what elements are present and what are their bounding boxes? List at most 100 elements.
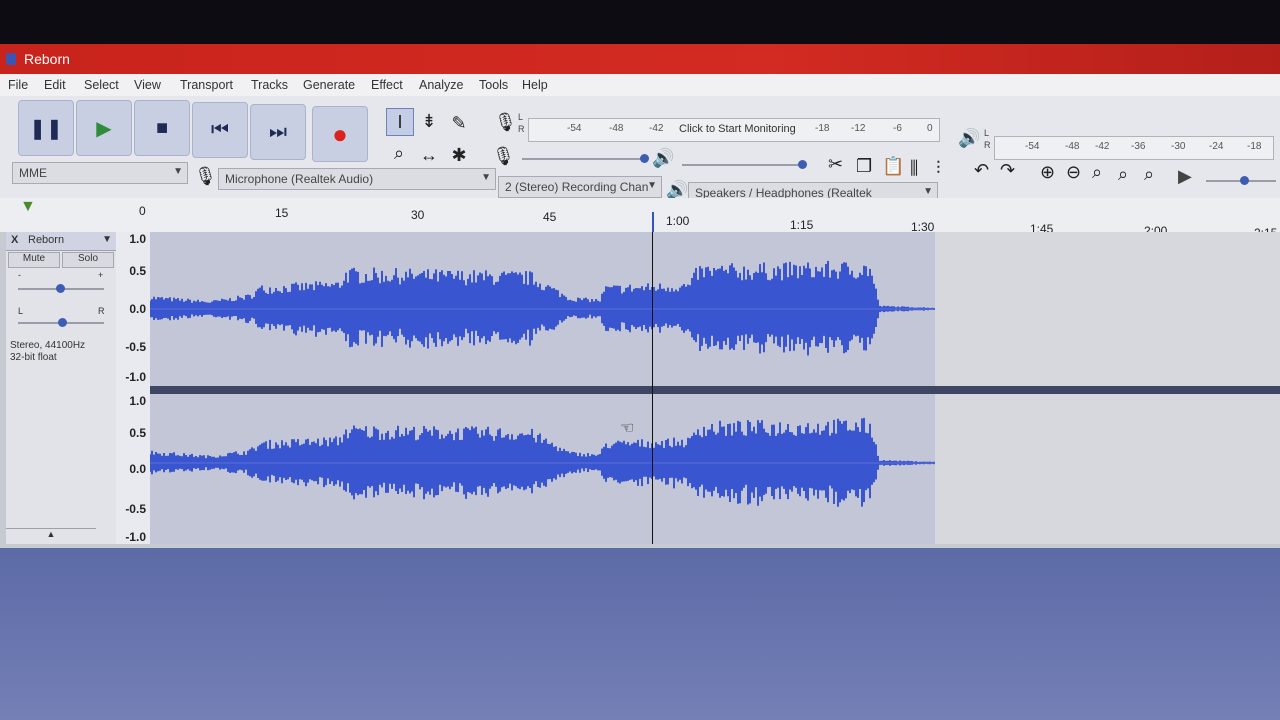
skip-start-icon: ⏮: [211, 118, 229, 141]
silence-icon[interactable]: ⫶: [936, 158, 941, 179]
track-control-panel: X Reborn ▼ Mute Solo - + L R Stereo, 441…: [6, 232, 117, 544]
zoom-tool[interactable]: ⌕: [386, 140, 412, 166]
copy-icon[interactable]: ❐: [856, 156, 872, 177]
record-meter-mic-icon[interactable]: 🎙: [494, 112, 517, 133]
play-button[interactable]: ▶: [76, 100, 132, 156]
skip-start-button[interactable]: ⏮: [192, 102, 248, 158]
empty-region-right[interactable]: [935, 394, 1280, 544]
record-meter-tick: -12: [851, 123, 866, 134]
envelope-tool[interactable]: ⇟: [416, 108, 442, 134]
pin-head-icon[interactable]: ▼: [20, 198, 36, 216]
track-area: X Reborn ▼ Mute Solo - + L R Stereo, 441…: [0, 232, 1280, 548]
empty-project-area[interactable]: [0, 548, 1280, 720]
chevron-down-icon: ▼: [923, 186, 933, 197]
playback-meter-tick: -30: [1171, 141, 1186, 152]
menu-analyze[interactable]: Analyze: [419, 78, 463, 92]
gain-slider[interactable]: [18, 284, 104, 293]
record-meter-r: R: [518, 124, 525, 134]
track-close-button[interactable]: X: [11, 234, 18, 246]
solo-label: Solo: [77, 253, 98, 264]
record-volume-knob[interactable]: [640, 154, 649, 163]
pause-button[interactable]: ❚❚: [18, 100, 74, 156]
vertical-ruler: 1.0 0.5 0.0 -0.5 -1.0 1.0 0.5 0.0 -0.5 -…: [116, 232, 151, 544]
empty-region-left[interactable]: [935, 232, 1280, 386]
trim-icon[interactable]: ⫼: [910, 158, 918, 179]
pause-icon: ❚❚: [29, 117, 63, 140]
chevron-down-icon[interactable]: ▼: [102, 234, 112, 245]
zoom-toggle-icon[interactable]: ⌕: [1144, 164, 1154, 185]
chevron-down-icon: ▼: [647, 180, 657, 191]
recording-device-select[interactable]: Microphone (Realtek Audio) ▼: [218, 168, 496, 190]
timeshift-tool[interactable]: ↔: [416, 142, 442, 168]
playhead-marker[interactable]: [652, 212, 654, 232]
playback-meter-tick: -54: [1025, 141, 1040, 152]
menu-tools[interactable]: Tools: [479, 78, 508, 92]
menu-select[interactable]: Select: [84, 78, 119, 92]
playback-meter-tick: -42: [1095, 141, 1110, 152]
mute-button[interactable]: Mute: [8, 252, 60, 268]
fit-project-icon[interactable]: ⌕: [1118, 164, 1128, 185]
playback-volume-slider[interactable]: [682, 160, 807, 169]
redo-icon[interactable]: ↷: [1000, 160, 1015, 181]
fit-selection-icon[interactable]: ⌕: [1092, 162, 1102, 183]
zoom-in-icon[interactable]: ⊕: [1040, 162, 1055, 183]
draw-tool[interactable]: ✎: [446, 110, 472, 136]
record-meter[interactable]: -54 -48 -42 Click to Start Monitoring -1…: [528, 118, 940, 142]
stop-button[interactable]: ■: [134, 100, 190, 156]
window-title: Reborn: [24, 51, 70, 67]
menu-generate[interactable]: Generate: [303, 78, 355, 92]
menu-effect[interactable]: Effect: [371, 78, 403, 92]
gain-plus-label: +: [98, 270, 104, 280]
playback-meter-tick: -18: [1247, 141, 1262, 152]
selection-tool[interactable]: I: [386, 108, 414, 136]
solo-button[interactable]: Solo: [62, 252, 114, 268]
host-value: MME: [19, 166, 47, 180]
timeline-label: 1:00: [666, 214, 690, 228]
gain-knob[interactable]: [56, 284, 65, 293]
pan-knob[interactable]: [58, 318, 67, 327]
click-to-start-monitoring[interactable]: Click to Start Monitoring: [679, 123, 796, 135]
menu-view[interactable]: View: [134, 78, 161, 92]
paste-icon[interactable]: 📋: [882, 156, 904, 177]
mute-label: Mute: [22, 253, 46, 264]
chevron-down-icon: ▼: [481, 172, 491, 183]
track-name-bar[interactable]: X Reborn ▼: [6, 232, 116, 251]
asterisk-icon: ✱: [451, 144, 467, 165]
gain-minus-label: -: [18, 270, 21, 280]
skip-end-button[interactable]: ⏭: [250, 104, 306, 160]
collapse-button[interactable]: ▲: [6, 528, 96, 543]
chevron-down-icon: ▼: [173, 166, 183, 177]
playback-volume-knob[interactable]: [798, 160, 807, 169]
menu-transport[interactable]: Transport: [180, 78, 233, 92]
record-volume-slider[interactable]: [522, 154, 649, 163]
undo-icon[interactable]: ↶: [974, 160, 989, 181]
multi-tool[interactable]: ✱: [446, 142, 472, 168]
record-meter-tick: -48: [609, 123, 624, 134]
cut-icon[interactable]: ✂: [828, 154, 843, 175]
timeline-ruler[interactable]: ▼ 0 15 30 45 1:00 1:15 1:30 1:45 2:00 2:…: [0, 198, 1280, 240]
host-select[interactable]: MME ▼: [12, 162, 188, 184]
track-info-rate: Stereo, 44100Hz: [10, 340, 86, 351]
scale-label: -1.0: [125, 370, 146, 384]
waveform[interactable]: [150, 232, 935, 544]
speaker-icon[interactable]: 🔊: [958, 128, 980, 149]
menu-tracks[interactable]: Tracks: [251, 78, 288, 92]
recording-channels-value: 2 (Stereo) Recording Chan: [505, 180, 649, 194]
play-speed-knob[interactable]: [1240, 176, 1249, 185]
timeline-label: 1:15: [790, 218, 814, 232]
timeline-label: 0: [139, 204, 146, 218]
record-icon: ●: [332, 118, 348, 149]
menu-file[interactable]: File: [8, 78, 28, 92]
play-at-speed-icon[interactable]: ▶: [1178, 166, 1192, 187]
menu-help[interactable]: Help: [522, 78, 548, 92]
menu-edit[interactable]: Edit: [44, 78, 66, 92]
zoom-out-icon[interactable]: ⊖: [1066, 162, 1081, 183]
track-name[interactable]: Reborn: [28, 234, 64, 246]
pan-slider[interactable]: [18, 318, 104, 327]
track-info-format: 32-bit float: [10, 352, 57, 363]
recording-channels-select[interactable]: 2 (Stereo) Recording Chan ▼: [498, 176, 662, 198]
play-speed-slider[interactable]: [1206, 176, 1276, 185]
scale-label: 1.0: [129, 232, 146, 246]
playback-meter[interactable]: -54 -48 -42 -36 -30 -24 -18: [994, 136, 1274, 160]
record-button[interactable]: ●: [312, 106, 368, 162]
